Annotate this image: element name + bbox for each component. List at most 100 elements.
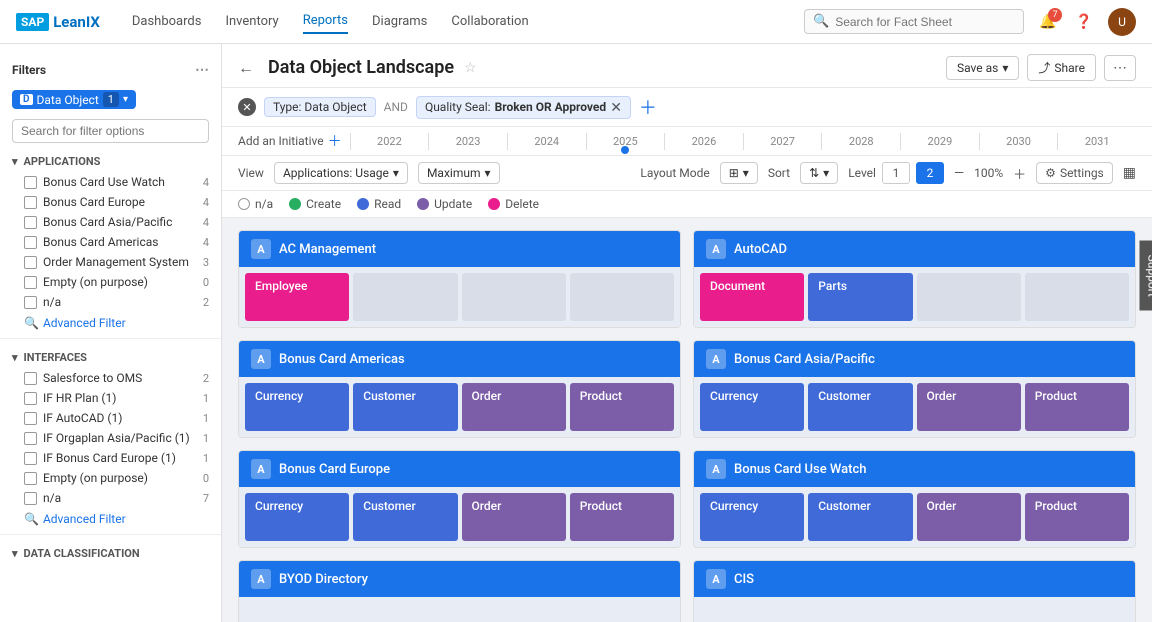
sidebar-item-bonus-card-europe[interactable]: Bonus Card Europe 4	[0, 192, 221, 212]
checkbox-na-apps[interactable]	[24, 296, 37, 309]
filter-chip-type[interactable]: Type: Data Object	[264, 97, 376, 117]
filter-chip-quality[interactable]: Quality Seal: Broken OR Approved ✕	[416, 96, 631, 119]
sidebar-item-na-interfaces[interactable]: n/a 7	[0, 488, 221, 508]
zoom-minus-icon[interactable]: —	[954, 166, 964, 181]
support-tab[interactable]: Support	[1139, 241, 1152, 311]
cell-product-americas[interactable]: Product	[570, 383, 674, 431]
nav-inventory[interactable]: Inventory	[225, 10, 278, 33]
view-select[interactable]: Applications: Usage ▾	[274, 162, 408, 184]
share-button[interactable]: ⤴ Share	[1027, 54, 1096, 81]
sidebar-item-if-orgaplan[interactable]: IF Orgaplan Asia/Pacific (1) 1	[0, 428, 221, 448]
sidebar-item-if-hr-plan[interactable]: IF HR Plan (1) 1	[0, 388, 221, 408]
search-box[interactable]: 🔍	[804, 9, 1024, 34]
card-header-bonus-europe[interactable]: A Bonus Card Europe	[239, 451, 680, 487]
card-header-cis[interactable]: A CIS	[694, 561, 1135, 597]
cell-order-use-watch[interactable]: Order	[917, 493, 1021, 541]
cell-currency-asia[interactable]: Currency	[700, 383, 804, 431]
checkbox-bonus-card-asia[interactable]	[24, 216, 37, 229]
sort-select[interactable]: ⇅ ▾	[800, 162, 838, 184]
level-1-button[interactable]: 1	[882, 162, 910, 184]
cell-product-asia[interactable]: Product	[1025, 383, 1129, 431]
cell-document[interactable]: Document	[700, 273, 804, 321]
sidebar-item-bonus-card-asia[interactable]: Bonus Card Asia/Pacific 4	[0, 212, 221, 232]
filter-add-button[interactable]: ＋	[639, 94, 657, 120]
save-as-button[interactable]: Save as ▾	[946, 56, 1019, 80]
more-options-icon[interactable]: ⋯	[1104, 55, 1136, 81]
search-input[interactable]	[835, 15, 1015, 29]
nav-dashboards[interactable]: Dashboards	[132, 10, 202, 33]
checkbox-empty-interfaces[interactable]	[24, 472, 37, 485]
checkbox-if-hr-plan[interactable]	[24, 392, 37, 405]
legend-read[interactable]: Read	[357, 197, 401, 211]
sidebar-item-bonus-card-americas[interactable]: Bonus Card Americas 4	[0, 232, 221, 252]
sidebar-item-if-bonus-card-europe[interactable]: IF Bonus Card Europe (1) 1	[0, 448, 221, 468]
nav-reports[interactable]: Reports	[303, 9, 348, 34]
card-header-ac-management[interactable]: A AC Management	[239, 231, 680, 267]
logo[interactable]: SAP LeanIX	[16, 13, 100, 31]
sidebar-item-bonus-card-use-watch[interactable]: Bonus Card Use Watch 4	[0, 172, 221, 192]
cell-order-asia[interactable]: Order	[917, 383, 1021, 431]
cell-customer-europe[interactable]: Customer	[353, 493, 457, 541]
help-icon[interactable]: ❓	[1072, 10, 1096, 34]
cell-employee[interactable]: Employee	[245, 273, 349, 321]
settings-button[interactable]: ⚙ Settings	[1036, 162, 1113, 184]
legend-na[interactable]: n/a	[238, 197, 273, 211]
cell-customer-asia[interactable]: Customer	[808, 383, 912, 431]
card-header-autocad[interactable]: A AutoCAD	[694, 231, 1135, 267]
sidebar-item-na-apps[interactable]: n/a 2	[0, 292, 221, 312]
checkbox-if-orgaplan[interactable]	[24, 432, 37, 445]
checkbox-order-management[interactable]	[24, 256, 37, 269]
cell-product-europe[interactable]: Product	[570, 493, 674, 541]
add-initiative-button[interactable]: Add an Initiative ＋	[238, 131, 342, 151]
filter-tag-data-object[interactable]: D Data Object 1 ▾	[12, 90, 136, 109]
checkbox-na-interfaces[interactable]	[24, 492, 37, 505]
filter-quality-remove[interactable]: ✕	[610, 99, 622, 116]
nav-diagrams[interactable]: Diagrams	[372, 10, 427, 33]
advanced-filter-interfaces[interactable]: 🔍 Advanced Filter	[0, 508, 221, 530]
sidebar-item-empty-apps[interactable]: Empty (on purpose) 0	[0, 272, 221, 292]
checkbox-bonus-card-americas[interactable]	[24, 236, 37, 249]
grid-view-icon[interactable]: ▦	[1123, 165, 1136, 181]
legend-create[interactable]: Create	[289, 197, 341, 211]
filter-search-input[interactable]	[12, 119, 209, 143]
level-2-button[interactable]: 2	[916, 162, 944, 184]
filter-clear-button[interactable]: ✕	[238, 98, 256, 116]
max-select[interactable]: Maximum ▾	[418, 162, 500, 184]
sidebar-item-order-management[interactable]: Order Management System 3	[0, 252, 221, 272]
checkbox-if-autocad[interactable]	[24, 412, 37, 425]
section-interfaces[interactable]: ▾ INTERFACES	[0, 343, 221, 368]
checkbox-bonus-card-use-watch[interactable]	[24, 176, 37, 189]
legend-update[interactable]: Update	[417, 197, 472, 211]
cell-order-europe[interactable]: Order	[462, 493, 566, 541]
back-button[interactable]: ←	[238, 58, 254, 78]
sidebar-item-salesforce[interactable]: Salesforce to OMS 2	[0, 368, 221, 388]
layout-mode-select[interactable]: ⊞ ▾	[720, 162, 758, 184]
cell-currency-use-watch[interactable]: Currency	[700, 493, 804, 541]
legend-delete[interactable]: Delete	[488, 197, 539, 211]
cell-product-use-watch[interactable]: Product	[1025, 493, 1129, 541]
section-applications[interactable]: ▾ APPLICATIONS	[0, 147, 221, 172]
card-header-bonus-asia[interactable]: A Bonus Card Asia/Pacific	[694, 341, 1135, 377]
cell-parts[interactable]: Parts	[808, 273, 912, 321]
section-data-classification[interactable]: ▾ DATA CLASSIFICATION	[0, 539, 221, 564]
sidebar-item-empty-interfaces[interactable]: Empty (on purpose) 0	[0, 468, 221, 488]
nav-collaboration[interactable]: Collaboration	[451, 10, 528, 33]
card-header-bonus-americas[interactable]: A Bonus Card Americas	[239, 341, 680, 377]
favorite-icon[interactable]: ☆	[464, 60, 477, 76]
sidebar-item-if-autocad[interactable]: IF AutoCAD (1) 1	[0, 408, 221, 428]
advanced-filter-apps[interactable]: 🔍 Advanced Filter	[0, 312, 221, 334]
avatar[interactable]: U	[1108, 8, 1136, 36]
checkbox-salesforce[interactable]	[24, 372, 37, 385]
card-header-bonus-use-watch[interactable]: A Bonus Card Use Watch	[694, 451, 1135, 487]
cell-customer-use-watch[interactable]: Customer	[808, 493, 912, 541]
cell-order-americas[interactable]: Order	[462, 383, 566, 431]
filters-options-icon[interactable]: ⋯	[195, 62, 209, 78]
checkbox-bonus-card-europe[interactable]	[24, 196, 37, 209]
checkbox-if-bonus-card-europe[interactable]	[24, 452, 37, 465]
card-header-byod[interactable]: A BYOD Directory	[239, 561, 680, 597]
cell-currency-europe[interactable]: Currency	[245, 493, 349, 541]
cell-currency-americas[interactable]: Currency	[245, 383, 349, 431]
notification-bell[interactable]: 🔔 7	[1036, 10, 1060, 34]
zoom-plus-icon[interactable]: ＋	[1013, 164, 1026, 183]
checkbox-empty-apps[interactable]	[24, 276, 37, 289]
